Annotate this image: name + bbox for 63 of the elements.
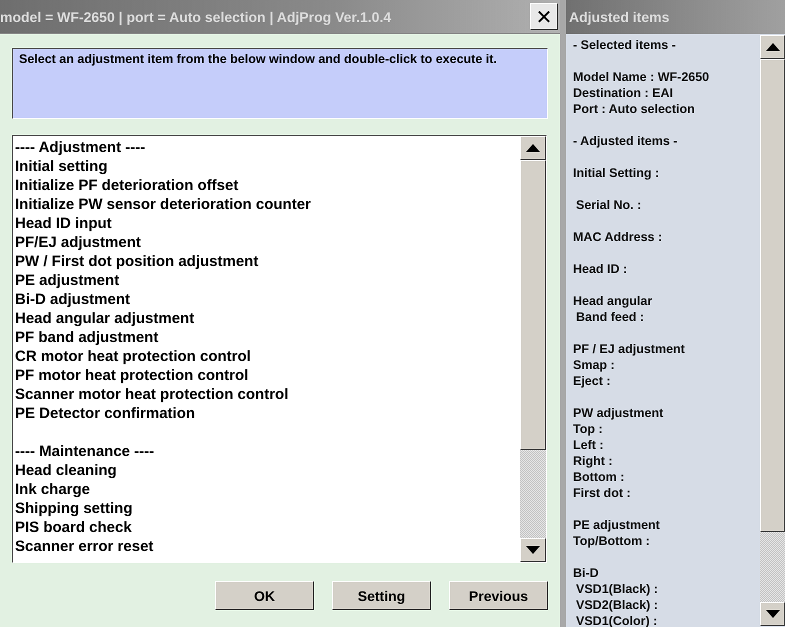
list-item[interactable]: Initialize PF deterioration offset <box>15 176 518 195</box>
info-line: VSD2(Black) : <box>575 597 659 613</box>
scroll-up-button[interactable] <box>760 35 785 59</box>
dialog-button[interactable]: Previous <box>449 581 548 610</box>
info-line: Destination : EAI <box>573 85 674 101</box>
info-line: First dot : <box>573 485 632 501</box>
window-title: model = WF-2650 | port = Auto selection | AdjProg Ver.1.0.4 <box>0 8 392 24</box>
scroll-thumb[interactable] <box>760 59 785 532</box>
info-line: PF / EJ adjustment <box>573 341 686 357</box>
info-line: Right : <box>573 453 614 469</box>
list-item[interactable]: Shipping setting <box>15 499 518 518</box>
section-header[interactable]: ---- Adjustment ---- <box>15 138 518 157</box>
list-item[interactable]: PF band adjustment <box>15 328 518 347</box>
down-arrow-icon <box>766 610 780 618</box>
info-line: Eject : <box>573 373 612 389</box>
dialog-button[interactable]: OK <box>215 581 314 610</box>
info-line: Left : <box>573 437 605 453</box>
list-item[interactable]: PIS board check <box>15 518 518 537</box>
list-item[interactable]: PF motor heat protection control <box>15 366 518 385</box>
list-item[interactable]: Head cleaning <box>15 461 518 480</box>
list-item[interactable]: PF/EJ adjustment <box>15 233 518 252</box>
info-line: Head angular <box>573 293 654 309</box>
list-item[interactable]: Scanner motor heat protection control <box>15 385 518 404</box>
list-item[interactable]: Head angular adjustment <box>15 309 518 328</box>
up-arrow-icon <box>526 144 540 152</box>
info-line: Head ID : <box>573 261 628 277</box>
info-line: Model Name : WF-2650 <box>573 69 710 85</box>
info-line: Bottom : <box>573 469 626 485</box>
scroll-down-button[interactable] <box>760 602 785 626</box>
list-item[interactable]: PE adjustment <box>15 271 518 290</box>
dialog-button[interactable]: Setting <box>332 581 431 610</box>
info-line: VSD1(Black) : <box>575 581 659 597</box>
scroll-up-button[interactable] <box>520 136 546 160</box>
list-item[interactable]: Head ID input <box>15 214 518 233</box>
info-line: Band feed : <box>575 309 646 325</box>
info-line: Top/Bottom : <box>573 533 651 549</box>
info-line: MAC Address : <box>573 229 664 245</box>
instruction-text: Select an adjustment item from the below window and double-click to execute it. <box>12 48 548 119</box>
info-line: Initial Setting : <box>573 165 660 181</box>
info-line: Top : <box>573 421 604 437</box>
up-arrow-icon <box>766 43 780 51</box>
info-line: PE adjustment <box>573 517 661 533</box>
info-line: - Selected items - <box>573 37 677 53</box>
list-item[interactable]: PW / First dot position adjustment <box>15 252 518 271</box>
info-line: Port : Auto selection <box>573 101 696 117</box>
list-item[interactable]: Scanner error reset <box>15 537 518 556</box>
scroll-thumb[interactable] <box>520 160 546 450</box>
info-line: Bi-D <box>573 565 600 581</box>
list-item[interactable]: Initialize PW sensor deterioration counter <box>15 195 518 214</box>
info-line: Smap : <box>573 357 616 373</box>
list-item[interactable]: CR motor heat protection control <box>15 347 518 366</box>
close-button[interactable]: ✕ <box>530 3 558 30</box>
section-header[interactable]: ---- Maintenance ---- <box>15 442 518 461</box>
list-item[interactable]: Ink charge <box>15 480 518 499</box>
down-arrow-icon <box>526 546 540 554</box>
panel-title: Adjusted items <box>566 0 785 34</box>
list-item[interactable]: PE Detector confirmation <box>15 404 518 423</box>
list-item[interactable]: Initial setting <box>15 157 518 176</box>
info-line: PW adjustment <box>573 405 664 421</box>
info-line: - Adjusted items - <box>573 133 678 149</box>
scroll-down-button[interactable] <box>520 538 546 562</box>
info-line: Serial No. : <box>575 197 642 213</box>
list-item[interactable]: Bi-D adjustment <box>15 290 518 309</box>
